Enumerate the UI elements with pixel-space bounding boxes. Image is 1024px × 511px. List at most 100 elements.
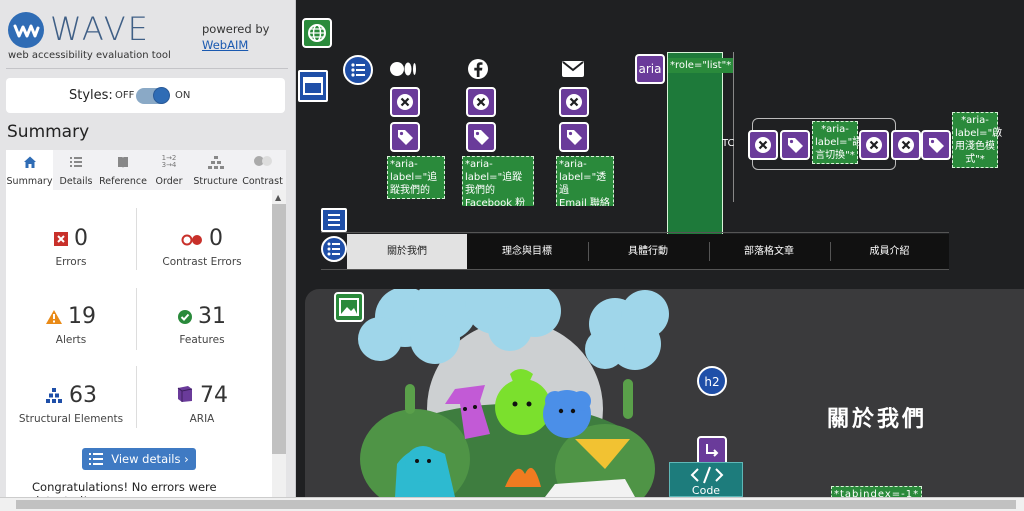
alerts-count: 19 <box>68 304 96 329</box>
email-icon[interactable] <box>561 60 585 78</box>
tab-contrast[interactable]: Contrast <box>239 150 286 190</box>
alert-icon <box>46 305 62 330</box>
aria-icon[interactable]: aria <box>635 54 665 84</box>
styles-on-label: ON <box>175 90 191 101</box>
tab-summary[interactable]: Summary <box>6 150 53 190</box>
stat-features[interactable]: 31 Features <box>137 304 267 346</box>
list-structure-icon[interactable] <box>343 55 373 85</box>
view-details-label: View details › <box>111 452 189 466</box>
navigation-region-icon[interactable] <box>321 208 347 232</box>
stat-aria[interactable]: 74 ARIA <box>137 383 267 425</box>
nav-item-actions[interactable]: 具體行動 <box>588 234 708 269</box>
view-details-button[interactable]: View details › <box>82 448 196 470</box>
contrast-errors-count: 0 <box>209 226 223 251</box>
aria-label-text: Email 聯絡 <box>559 198 610 206</box>
features-count: 31 <box>198 304 226 329</box>
nav-item-mission[interactable]: 理念與目標 <box>467 234 587 269</box>
structural-count: 63 <box>69 383 97 408</box>
heading-h2-icon[interactable]: h2 <box>697 366 727 396</box>
alert-empty-link-icon[interactable] <box>466 87 496 117</box>
aria-label-text: Facebook 粉絲 <box>465 198 526 206</box>
aria-label-medium: *aria-label="追蹤我們的 <box>387 156 445 206</box>
stat-alerts[interactable]: 19 Alerts <box>6 304 136 346</box>
main-nav: 關於我們 理念與目標 具體行動 部落格文章 成員介紹 <box>347 234 949 269</box>
header-region-icon[interactable] <box>298 70 328 102</box>
wave-brand: WAVE web accessibility evaluation tool p… <box>6 10 290 66</box>
tab-label: Details <box>59 176 93 187</box>
medium-icon[interactable] <box>389 58 419 80</box>
summary-panel: 0 Errors 0 Contrast Errors 19 Alerts 31 … <box>6 190 272 508</box>
tab-label: Structure <box>193 176 238 187</box>
aria-label-text: *aria-label="透過 <box>559 159 607 196</box>
tab-structure[interactable]: Structure <box>193 150 238 190</box>
theme-aria-label: *aria-label="啟 用淺色模 式"* <box>952 112 1002 168</box>
stat-errors[interactable]: 0 Errors <box>6 226 136 268</box>
aria-label-tag-icon[interactable] <box>921 130 951 160</box>
tab-reference[interactable]: Reference <box>97 150 149 190</box>
list-icon <box>55 155 97 171</box>
aria-label-tag-icon[interactable] <box>390 122 420 152</box>
structural-label: Structural Elements <box>18 412 124 425</box>
webaim-link[interactable]: WebAIM <box>202 38 248 52</box>
tab-order[interactable]: 1→2 3→4 Order <box>149 150 189 190</box>
contrast-icon <box>239 155 286 171</box>
nav-item-about[interactable]: 關於我們 <box>347 234 467 269</box>
divider <box>6 68 288 69</box>
alert-empty-link-icon[interactable] <box>390 87 420 117</box>
tab-label: Summary <box>6 176 53 187</box>
styles-label: Styles: <box>69 88 113 103</box>
horizontal-scrollbar[interactable] <box>0 497 1024 511</box>
aria-label-tag-icon[interactable] <box>559 122 589 152</box>
scroll-up-arrow-icon[interactable]: ▲ <box>275 193 281 202</box>
aria-icon <box>176 384 194 409</box>
summary-title: Summary <box>7 122 90 142</box>
divider <box>733 52 734 202</box>
tab-details[interactable]: Details <box>55 150 97 190</box>
scrollbar-thumb[interactable] <box>16 500 1016 509</box>
h2-label: h2 <box>704 375 720 389</box>
wave-sidebar: WAVE web accessibility evaluation tool p… <box>0 0 296 508</box>
lang-aria-label: *aria-label="語 言切換"* <box>812 121 862 164</box>
alert-empty-button-icon[interactable] <box>859 130 889 160</box>
code-label: Code <box>691 484 721 497</box>
error-icon <box>54 227 68 252</box>
stat-structural[interactable]: 63 Structural Elements <box>6 383 136 425</box>
alert-empty-button-icon[interactable] <box>748 130 778 160</box>
facebook-icon[interactable] <box>467 58 489 80</box>
tab-label: Contrast <box>242 176 283 187</box>
lang-label[interactable]: TC <box>722 138 735 149</box>
aria-label: ARIA <box>189 412 215 425</box>
divider <box>321 269 949 270</box>
powered-by-label: powered by <box>202 22 270 36</box>
aria-label-text: *aria-label="追蹤我們的 <box>465 159 523 196</box>
stat-contrast-errors[interactable]: 0 Contrast Errors <box>137 226 267 268</box>
styles-off-label: OFF <box>115 90 135 101</box>
wave-tabs: Summary Details Reference 1→2 3→4 Order S… <box>6 150 286 190</box>
nav-item-members[interactable]: 成員介紹 <box>830 234 949 269</box>
alert-empty-link-icon[interactable] <box>559 87 589 117</box>
styles-toggle[interactable] <box>136 87 170 104</box>
sidebar-scrollbar[interactable]: ▲ <box>272 190 286 497</box>
image-alt-feature-icon[interactable] <box>334 292 364 322</box>
alert-empty-button-icon[interactable] <box>891 130 921 160</box>
divider <box>321 232 949 233</box>
structure-icon <box>193 155 238 171</box>
toggle-knob <box>153 87 170 104</box>
language-feature-icon[interactable] <box>302 18 332 48</box>
home-icon <box>6 155 53 171</box>
role-list-region: *role="list"* <box>667 52 734 238</box>
list-structure-icon[interactable] <box>321 236 347 262</box>
order-icon: 1→2 3→4 <box>161 154 177 169</box>
aria-label-email: *aria-label="透過 Email 聯絡 <box>556 156 614 206</box>
errors-count: 0 <box>74 226 88 251</box>
scrollbar-thumb[interactable] <box>272 204 286 454</box>
aria-label-tag-icon[interactable] <box>780 130 810 160</box>
alerts-label: Alerts <box>55 333 87 346</box>
screen: WAVE web accessibility evaluation tool p… <box>0 0 1024 511</box>
code-icon[interactable]: Code <box>669 462 743 497</box>
nav-item-blog[interactable]: 部落格文章 <box>709 234 829 269</box>
book-icon <box>97 155 149 171</box>
wave-logo-text: WAVE <box>50 10 150 48</box>
aria-label-tag-icon[interactable] <box>466 122 496 152</box>
feature-icon <box>178 305 192 330</box>
